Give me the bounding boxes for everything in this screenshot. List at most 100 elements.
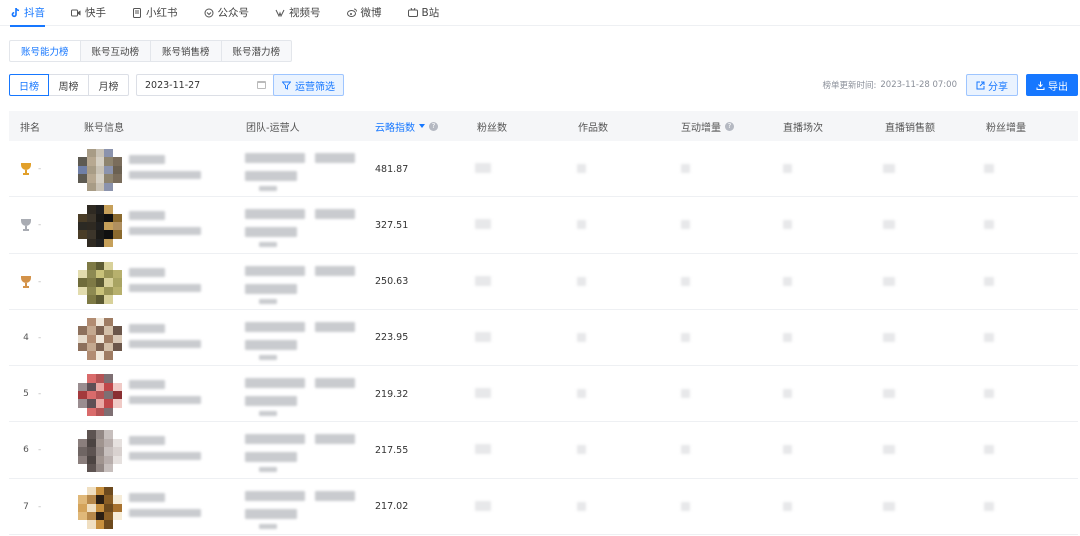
table-row[interactable]: 4- 223.95 — [9, 310, 1078, 367]
tab-wechat-official[interactable]: 公众号 — [204, 0, 249, 26]
date-picker[interactable]: 2023-11-27 — [136, 74, 275, 96]
redacted-content — [259, 411, 277, 417]
redacted-content — [259, 242, 277, 248]
tab-bilibili[interactable]: B站 — [407, 0, 440, 26]
avatar[interactable] — [78, 374, 122, 417]
rank-change: - — [38, 220, 42, 231]
redacted-content — [883, 164, 895, 173]
trophy-icon — [20, 219, 32, 232]
rank-change: - — [38, 276, 42, 287]
redacted-content — [129, 171, 201, 179]
rank-number: 7 — [23, 501, 29, 512]
redacted-content — [129, 508, 201, 517]
redacted-content — [577, 164, 586, 173]
period-toggle: 日榜 周榜 月榜 — [9, 74, 129, 96]
redacted-content — [245, 339, 297, 350]
rank-change: - — [38, 332, 42, 343]
tab-channels[interactable]: 视频号 — [275, 0, 321, 26]
sort-desc-icon[interactable] — [419, 124, 425, 128]
rank-change: - — [38, 501, 42, 512]
table-row[interactable]: 6- 217.55 — [9, 422, 1078, 479]
redacted-content — [883, 501, 895, 511]
redacted-content — [259, 523, 277, 529]
redacted-content — [129, 227, 201, 236]
col-yunlue-index[interactable]: 云略指数 ? — [375, 111, 438, 141]
rank-cell: 6- — [20, 422, 41, 478]
col-interaction-growth: 互动增量 ? — [681, 111, 734, 141]
monthly-button[interactable]: 月榜 — [89, 74, 129, 96]
date-value: 2023-11-27 — [145, 79, 201, 91]
yunlue-index-value: 481.87 — [375, 163, 409, 175]
redacted-content — [783, 220, 792, 230]
redacted-content — [883, 445, 895, 455]
table-row[interactable]: - 481.87 — [9, 141, 1078, 198]
weekly-button[interactable]: 周榜 — [49, 74, 89, 96]
redacted-content — [475, 500, 491, 511]
table-row[interactable]: - 250.63 — [9, 254, 1078, 310]
tab-weibo[interactable]: 微博 — [346, 0, 382, 26]
redacted-content — [129, 267, 165, 277]
table-row[interactable]: 5- 219.32 — [9, 366, 1078, 423]
avatar[interactable] — [78, 317, 122, 360]
bilibili-icon — [407, 8, 418, 18]
sub-tab-capability[interactable]: 账号能力榜 — [9, 40, 81, 62]
operator-filter-button[interactable]: 运营筛选 — [273, 74, 344, 96]
sub-tab-potential[interactable]: 账号潜力榜 — [221, 40, 293, 62]
sub-tab-interaction[interactable]: 账号互动榜 — [80, 40, 152, 62]
rank-cell: 7- — [20, 479, 41, 535]
update-time-value: 2023-11-28 07:00 — [880, 80, 957, 90]
redacted-content — [883, 276, 895, 286]
wechat-official-icon — [204, 8, 214, 18]
share-label: 分享 — [988, 81, 1008, 93]
rank-change: - — [38, 164, 42, 174]
table-body: -481.87-327.51-250.63 4-223.95 5-219.32 6-2… — [9, 141, 1078, 536]
tab-douyin[interactable]: 抖音 — [10, 0, 45, 27]
redacted-content — [315, 153, 355, 163]
redacted-content — [129, 436, 165, 446]
redacted-content — [984, 389, 994, 399]
redacted-content — [577, 445, 586, 455]
help-icon[interactable]: ? — [725, 121, 734, 131]
share-button[interactable]: 分享 — [966, 74, 1018, 96]
redacted-content — [245, 227, 297, 238]
avatar[interactable] — [78, 430, 122, 473]
redacted-content — [783, 164, 792, 173]
avatar[interactable] — [78, 486, 122, 529]
redacted-content — [681, 276, 690, 286]
daily-button[interactable]: 日榜 — [9, 74, 49, 96]
redacted-content — [129, 283, 201, 292]
avatar[interactable] — [78, 205, 122, 248]
redacted-content — [984, 164, 994, 173]
col-live-sessions: 直播场次 — [783, 122, 823, 134]
table-row[interactable]: - 327.51 — [9, 197, 1078, 254]
col-account-info: 账号信息 — [84, 122, 124, 134]
redacted-content — [129, 452, 201, 461]
redacted-content — [245, 153, 305, 163]
xiaohongshu-icon — [132, 7, 142, 18]
rank-change: - — [38, 389, 42, 400]
redacted-content — [129, 323, 165, 333]
avatar[interactable] — [78, 149, 122, 191]
redacted-content — [577, 501, 586, 511]
col-fans-growth: 粉丝增量 — [986, 122, 1026, 134]
table-row[interactable]: 7- 217.02 — [9, 479, 1078, 536]
redacted-content — [245, 378, 305, 389]
yunlue-index-value: 217.02 — [375, 501, 409, 513]
redacted-content — [315, 490, 355, 501]
sub-tab-sales[interactable]: 账号销售榜 — [151, 40, 222, 62]
redacted-content — [475, 219, 491, 230]
redacted-content — [577, 220, 586, 230]
redacted-content — [129, 211, 165, 221]
help-icon[interactable]: ? — [429, 121, 438, 131]
export-button[interactable]: 导出 — [1026, 74, 1078, 96]
rank-number: 5 — [23, 389, 29, 400]
tab-kuaishou[interactable]: 快手 — [71, 0, 106, 26]
col-works: 作品数 — [578, 122, 608, 134]
avatar[interactable] — [78, 261, 122, 304]
tab-label: 抖音 — [24, 7, 45, 19]
tab-xiaohongshu[interactable]: 小红书 — [132, 0, 178, 26]
trophy-icon — [20, 275, 32, 288]
share-icon — [976, 81, 985, 89]
update-label: 榜单更新时间: — [822, 81, 877, 91]
tab-label: B站 — [421, 7, 440, 19]
